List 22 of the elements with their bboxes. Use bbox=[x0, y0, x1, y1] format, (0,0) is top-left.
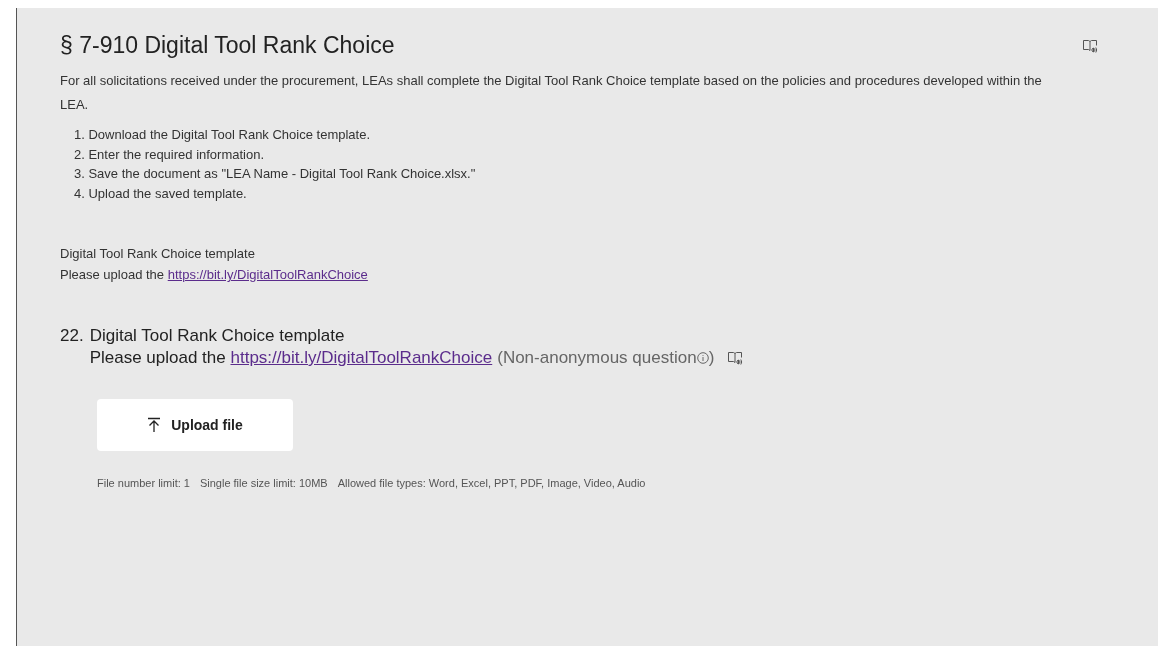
immersive-reader-icon[interactable] bbox=[727, 350, 744, 366]
question-note: (Non-anonymous question ) bbox=[497, 347, 715, 369]
template-link[interactable]: https://bit.ly/DigitalToolRankChoice bbox=[167, 267, 368, 282]
info-icon[interactable] bbox=[696, 352, 709, 364]
section-title: § 7-910 Digital Tool Rank Choice bbox=[60, 32, 395, 59]
upload-limit-text: File number limit: 1 bbox=[97, 477, 190, 489]
template-prompt: Please upload the https://bit.ly/DigitalToolRankChoice bbox=[60, 266, 369, 284]
upload-limit-text: Allowed file types: Word, Excel, PPT, PDF, Image, Video, Audio bbox=[337, 477, 646, 489]
question-link[interactable]: https://bit.ly/DigitalToolRankChoice bbox=[230, 348, 493, 367]
upload-limit-text: Single file size limit: 10MB bbox=[199, 477, 328, 489]
section-description: For all solicitations received under the procurement, LEAs shall complete the Digital Tool Rank Choice template based on the policies and procedures developed within the LEA. bbox=[60, 72, 1043, 114]
question-title: Digital Tool Rank Choice template bbox=[89, 325, 346, 347]
step-text: 2. Enter the required information. bbox=[74, 145, 266, 164]
step-text: 3. Save the document as "LEA Name - Digital Tool Rank Choice.xlsx." bbox=[74, 165, 477, 183]
question-prompt: Please upload the https://bit.ly/DigitalToolRankChoice bbox=[89, 347, 493, 369]
step-text: 1. Download the Digital Tool Rank Choice template. bbox=[74, 126, 372, 144]
template-title: Digital Tool Rank Choice template bbox=[60, 245, 256, 263]
upload-icon bbox=[147, 417, 162, 433]
step-text: 4. Upload the saved template. bbox=[74, 184, 248, 203]
upload-file-button[interactable]: Upload file bbox=[97, 399, 293, 451]
question-number: 22. bbox=[60, 325, 84, 347]
immersive-reader-icon[interactable] bbox=[1082, 37, 1098, 54]
